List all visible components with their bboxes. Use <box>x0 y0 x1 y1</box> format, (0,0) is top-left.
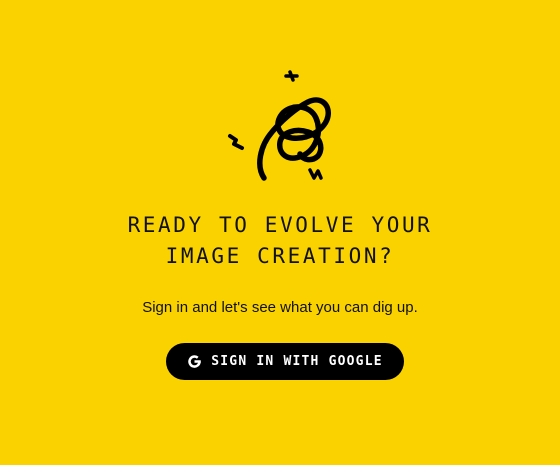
google-g-icon <box>188 355 201 368</box>
headline-line-1: READY TO EVOLVE YOUR <box>127 213 433 237</box>
sign-in-with-google-button[interactable]: SIGN IN WITH GOOGLE <box>166 343 404 380</box>
subtitle: Sign in and let's see what you can dig u… <box>142 299 418 316</box>
sign-in-page: READY TO EVOLVE YOUR IMAGE CREATION? Sig… <box>0 0 560 465</box>
squiggle-spiral-icon <box>222 70 342 188</box>
sign-in-label: SIGN IN WITH GOOGLE <box>211 354 383 369</box>
headline: READY TO EVOLVE YOUR IMAGE CREATION? <box>0 210 560 272</box>
headline-line-2: IMAGE CREATION? <box>165 244 395 268</box>
